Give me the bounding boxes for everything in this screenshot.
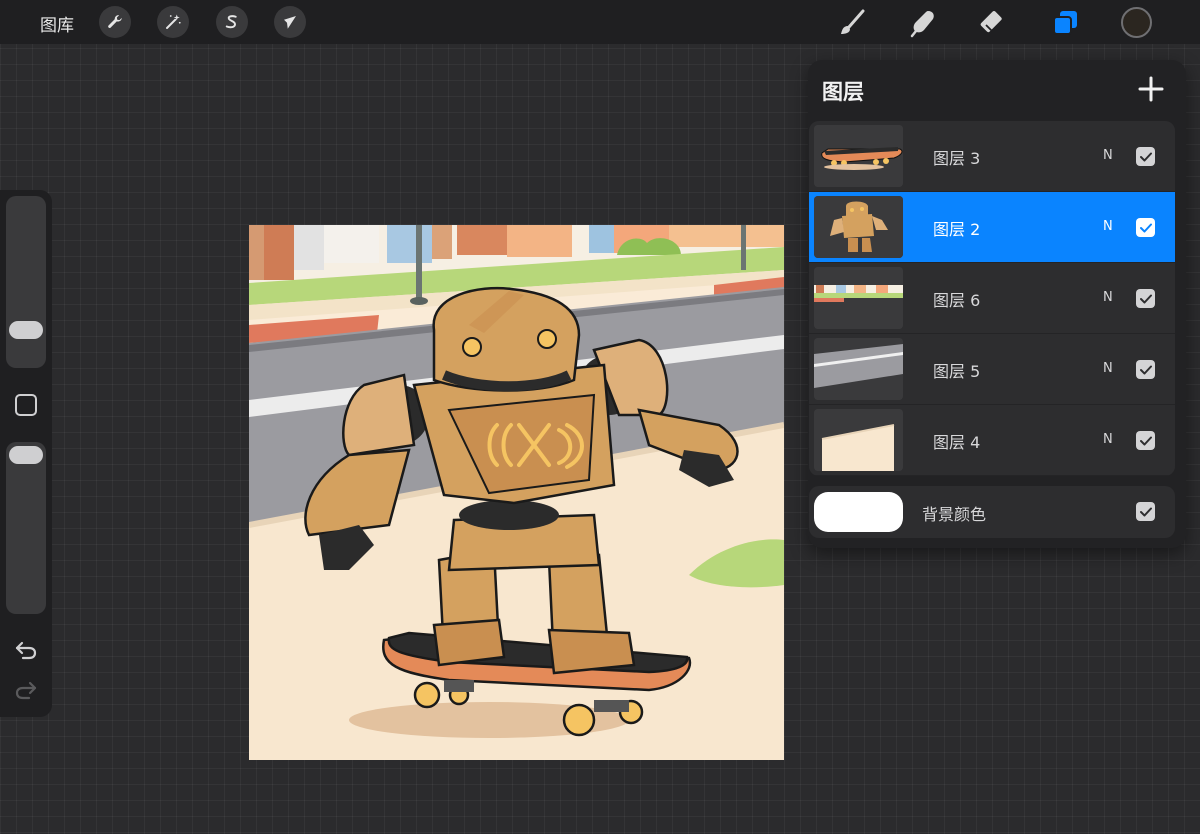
layer-thumbnail bbox=[814, 125, 903, 187]
blend-mode-button[interactable]: N bbox=[1103, 219, 1113, 234]
layer-name: 图层 4 bbox=[933, 433, 981, 452]
checkmark-icon bbox=[1139, 507, 1152, 516]
color-picker-swatch[interactable] bbox=[1121, 7, 1152, 38]
smudge-finger-icon[interactable] bbox=[906, 6, 940, 40]
layer-thumbnail bbox=[814, 267, 903, 329]
opacity-slider[interactable] bbox=[6, 442, 46, 614]
gallery-button[interactable]: 图库 bbox=[40, 11, 74, 36]
background-color-row[interactable]: 背景颜色 bbox=[809, 486, 1175, 538]
layer-thumbnail bbox=[814, 196, 903, 258]
layer-row[interactable]: 图层 6 N bbox=[809, 263, 1175, 334]
blend-mode-button[interactable]: N bbox=[1103, 361, 1113, 376]
layer-row[interactable]: 图层 5 N bbox=[809, 334, 1175, 405]
redo-icon[interactable] bbox=[14, 678, 38, 702]
left-sidebar bbox=[0, 190, 52, 717]
layer-thumbnail bbox=[814, 409, 903, 471]
checkmark-icon bbox=[1139, 365, 1152, 374]
layer-row[interactable]: 图层 4 N bbox=[809, 405, 1175, 476]
brush-icon[interactable] bbox=[835, 6, 869, 40]
blend-mode-button[interactable]: N bbox=[1103, 148, 1113, 163]
layer-thumbnail bbox=[814, 338, 903, 400]
plus-icon bbox=[1138, 76, 1164, 102]
layers-icon[interactable] bbox=[1048, 6, 1082, 40]
top-toolbar: 图库 bbox=[0, 0, 1200, 44]
layer-row-selected[interactable]: 图层 2 N bbox=[809, 192, 1175, 263]
undo-icon[interactable] bbox=[14, 638, 38, 662]
visibility-checkbox[interactable] bbox=[1136, 218, 1155, 237]
checkmark-icon bbox=[1139, 436, 1152, 445]
wrench-icon[interactable] bbox=[99, 6, 131, 38]
visibility-checkbox[interactable] bbox=[1136, 147, 1155, 166]
layers-panel: 图层 图层 3 N 图层 2 N 图层 6 N 图层 5 N 图层 4 N 背景… bbox=[808, 60, 1186, 548]
arrow-cursor-icon[interactable] bbox=[274, 6, 306, 38]
blend-mode-button[interactable]: N bbox=[1103, 290, 1113, 305]
visibility-checkbox[interactable] bbox=[1136, 360, 1155, 379]
visibility-checkbox[interactable] bbox=[1136, 502, 1155, 521]
visibility-checkbox[interactable] bbox=[1136, 431, 1155, 450]
layer-name: 图层 3 bbox=[933, 149, 981, 168]
modify-button[interactable] bbox=[15, 394, 37, 416]
layer-row[interactable]: 图层 3 N bbox=[809, 121, 1175, 192]
magic-wand-icon[interactable] bbox=[157, 6, 189, 38]
panel-title: 图层 bbox=[822, 80, 864, 104]
checkmark-icon bbox=[1139, 294, 1152, 303]
selection-s-icon[interactable] bbox=[216, 6, 248, 38]
layer-name: 图层 2 bbox=[933, 220, 981, 239]
background-color-label: 背景颜色 bbox=[922, 505, 987, 524]
eraser-icon[interactable] bbox=[977, 6, 1011, 40]
background-color-swatch[interactable] bbox=[814, 492, 903, 532]
opacity-thumb[interactable] bbox=[9, 446, 43, 464]
layer-name: 图层 5 bbox=[933, 362, 981, 381]
checkmark-icon bbox=[1139, 152, 1152, 161]
brush-size-thumb[interactable] bbox=[9, 321, 43, 339]
blend-mode-button[interactable]: N bbox=[1103, 432, 1113, 447]
visibility-checkbox[interactable] bbox=[1136, 289, 1155, 308]
robot-skateboard-artwork bbox=[249, 225, 784, 760]
brush-size-slider[interactable] bbox=[6, 196, 46, 368]
drawing-canvas[interactable] bbox=[249, 225, 784, 760]
add-layer-button[interactable] bbox=[1136, 74, 1166, 104]
checkmark-icon bbox=[1139, 223, 1152, 232]
layer-list: 图层 3 N 图层 2 N 图层 6 N 图层 5 N 图层 4 N bbox=[809, 121, 1175, 476]
layer-name: 图层 6 bbox=[933, 291, 981, 310]
